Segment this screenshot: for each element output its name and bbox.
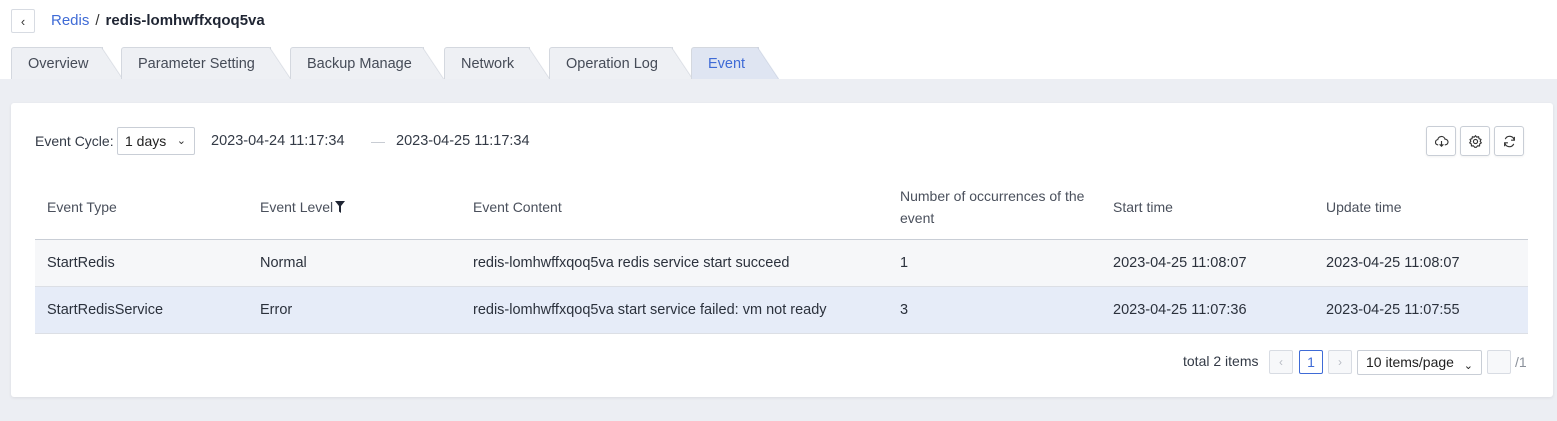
column-label: Event Type <box>47 198 117 215</box>
back-button[interactable]: ‹ <box>11 9 35 33</box>
column-header-update-time: Update time <box>1326 173 1401 240</box>
column-header-event-level: Event Level <box>260 173 346 240</box>
tab-operation-log[interactable]: Operation Log <box>549 47 693 80</box>
event-cycle-value: 1 days <box>125 133 167 149</box>
next-page-button[interactable]: › <box>1328 350 1352 374</box>
breadcrumb-redis-link[interactable]: Redis <box>51 12 89 29</box>
cell-event-level: Normal <box>260 255 307 271</box>
cell-event-content: redis-lomhwffxqoq5va start service faile… <box>473 302 827 318</box>
table-row[interactable]: StartRedisService Error redis-lomhwffxqo… <box>35 287 1528 334</box>
cell-event-type: StartRedisService <box>47 302 164 318</box>
column-label: Update time <box>1326 198 1402 215</box>
column-label: Event Level <box>260 198 334 215</box>
table-header: Event Type Event Level Event Content Num… <box>35 173 1528 240</box>
page-size-value: 10 items/page <box>1366 354 1454 370</box>
cell-update-time: 2023-04-25 11:07:55 <box>1326 302 1460 318</box>
page-number-current[interactable]: 1 <box>1299 350 1323 374</box>
filter-icon[interactable] <box>335 200 346 213</box>
cell-event-type: StartRedis <box>47 255 115 271</box>
table-row[interactable]: StartRedis Normal redis-lomhwffxqoq5va r… <box>35 240 1528 287</box>
cell-occurrences: 1 <box>900 255 909 271</box>
date-range-start[interactable]: 2023-04-24 11:17:34 <box>211 133 345 149</box>
breadcrumb-current: redis-lomhwffxqoq5va <box>105 12 265 29</box>
column-header-occurrences: Number of occurrences of the event <box>900 173 1090 240</box>
tab-network[interactable]: Network <box>444 47 550 80</box>
breadcrumb: Redis / redis-lomhwffxqoq5va <box>51 12 265 29</box>
chevron-down-icon: ⌄ <box>1463 360 1473 372</box>
chevron-left-icon: ‹ <box>1279 355 1283 369</box>
download-button[interactable] <box>1426 126 1456 156</box>
cloud-download-icon <box>1434 135 1449 147</box>
refresh-icon <box>1503 135 1515 147</box>
event-cycle-select[interactable]: 1 days ⌄ <box>117 127 195 155</box>
refresh-button[interactable] <box>1494 126 1524 156</box>
chevron-down-icon: ⌄ <box>176 135 186 147</box>
column-label: Start time <box>1113 198 1173 215</box>
cell-start-time: 2023-04-25 11:08:07 <box>1113 255 1247 271</box>
page-size-select[interactable]: 10 items/page ⌄ <box>1357 350 1482 375</box>
page-jump-input[interactable] <box>1487 350 1511 374</box>
prev-page-button[interactable]: ‹ <box>1269 350 1293 374</box>
cell-start-time: 2023-04-25 11:07:36 <box>1113 302 1247 318</box>
date-range-separator: — <box>371 133 385 149</box>
chevron-right-icon: › <box>1338 355 1342 369</box>
cell-update-time: 2023-04-25 11:08:07 <box>1326 255 1460 271</box>
chevron-left-icon: ‹ <box>20 13 26 29</box>
page-count: /1 <box>1515 354 1527 370</box>
event-table: Event Type Event Level Event Content Num… <box>35 173 1528 334</box>
event-panel: Event Cycle: 1 days ⌄ 2023-04-24 11:17:3… <box>11 103 1553 397</box>
gear-icon <box>1468 134 1482 148</box>
date-range-end[interactable]: 2023-04-25 11:17:34 <box>396 133 530 149</box>
column-header-start-time: Start time <box>1113 173 1173 240</box>
column-label: Event Content <box>473 198 562 215</box>
cell-event-level: Error <box>260 302 293 318</box>
page-header: ‹ Redis / redis-lomhwffxqoq5va Overview … <box>0 0 1557 80</box>
tab-event[interactable]: Event <box>691 47 779 80</box>
event-cycle-label: Event Cycle: <box>35 133 114 149</box>
column-header-event-content: Event Content <box>473 173 562 240</box>
column-header-event-type: Event Type <box>47 173 117 240</box>
tab-overview[interactable]: Overview <box>11 47 123 80</box>
column-label: Number of occurrences of the event <box>900 187 1085 226</box>
settings-button[interactable] <box>1460 126 1490 156</box>
breadcrumb-separator: / <box>95 12 100 29</box>
tab-backup-manage[interactable]: Backup Manage <box>290 47 444 80</box>
cell-event-content: redis-lomhwffxqoq5va redis service start… <box>473 255 790 271</box>
tab-parameter-setting[interactable]: Parameter Setting <box>121 47 291 80</box>
cell-occurrences: 3 <box>900 302 909 318</box>
pagination-total: total 2 items <box>1183 353 1259 369</box>
